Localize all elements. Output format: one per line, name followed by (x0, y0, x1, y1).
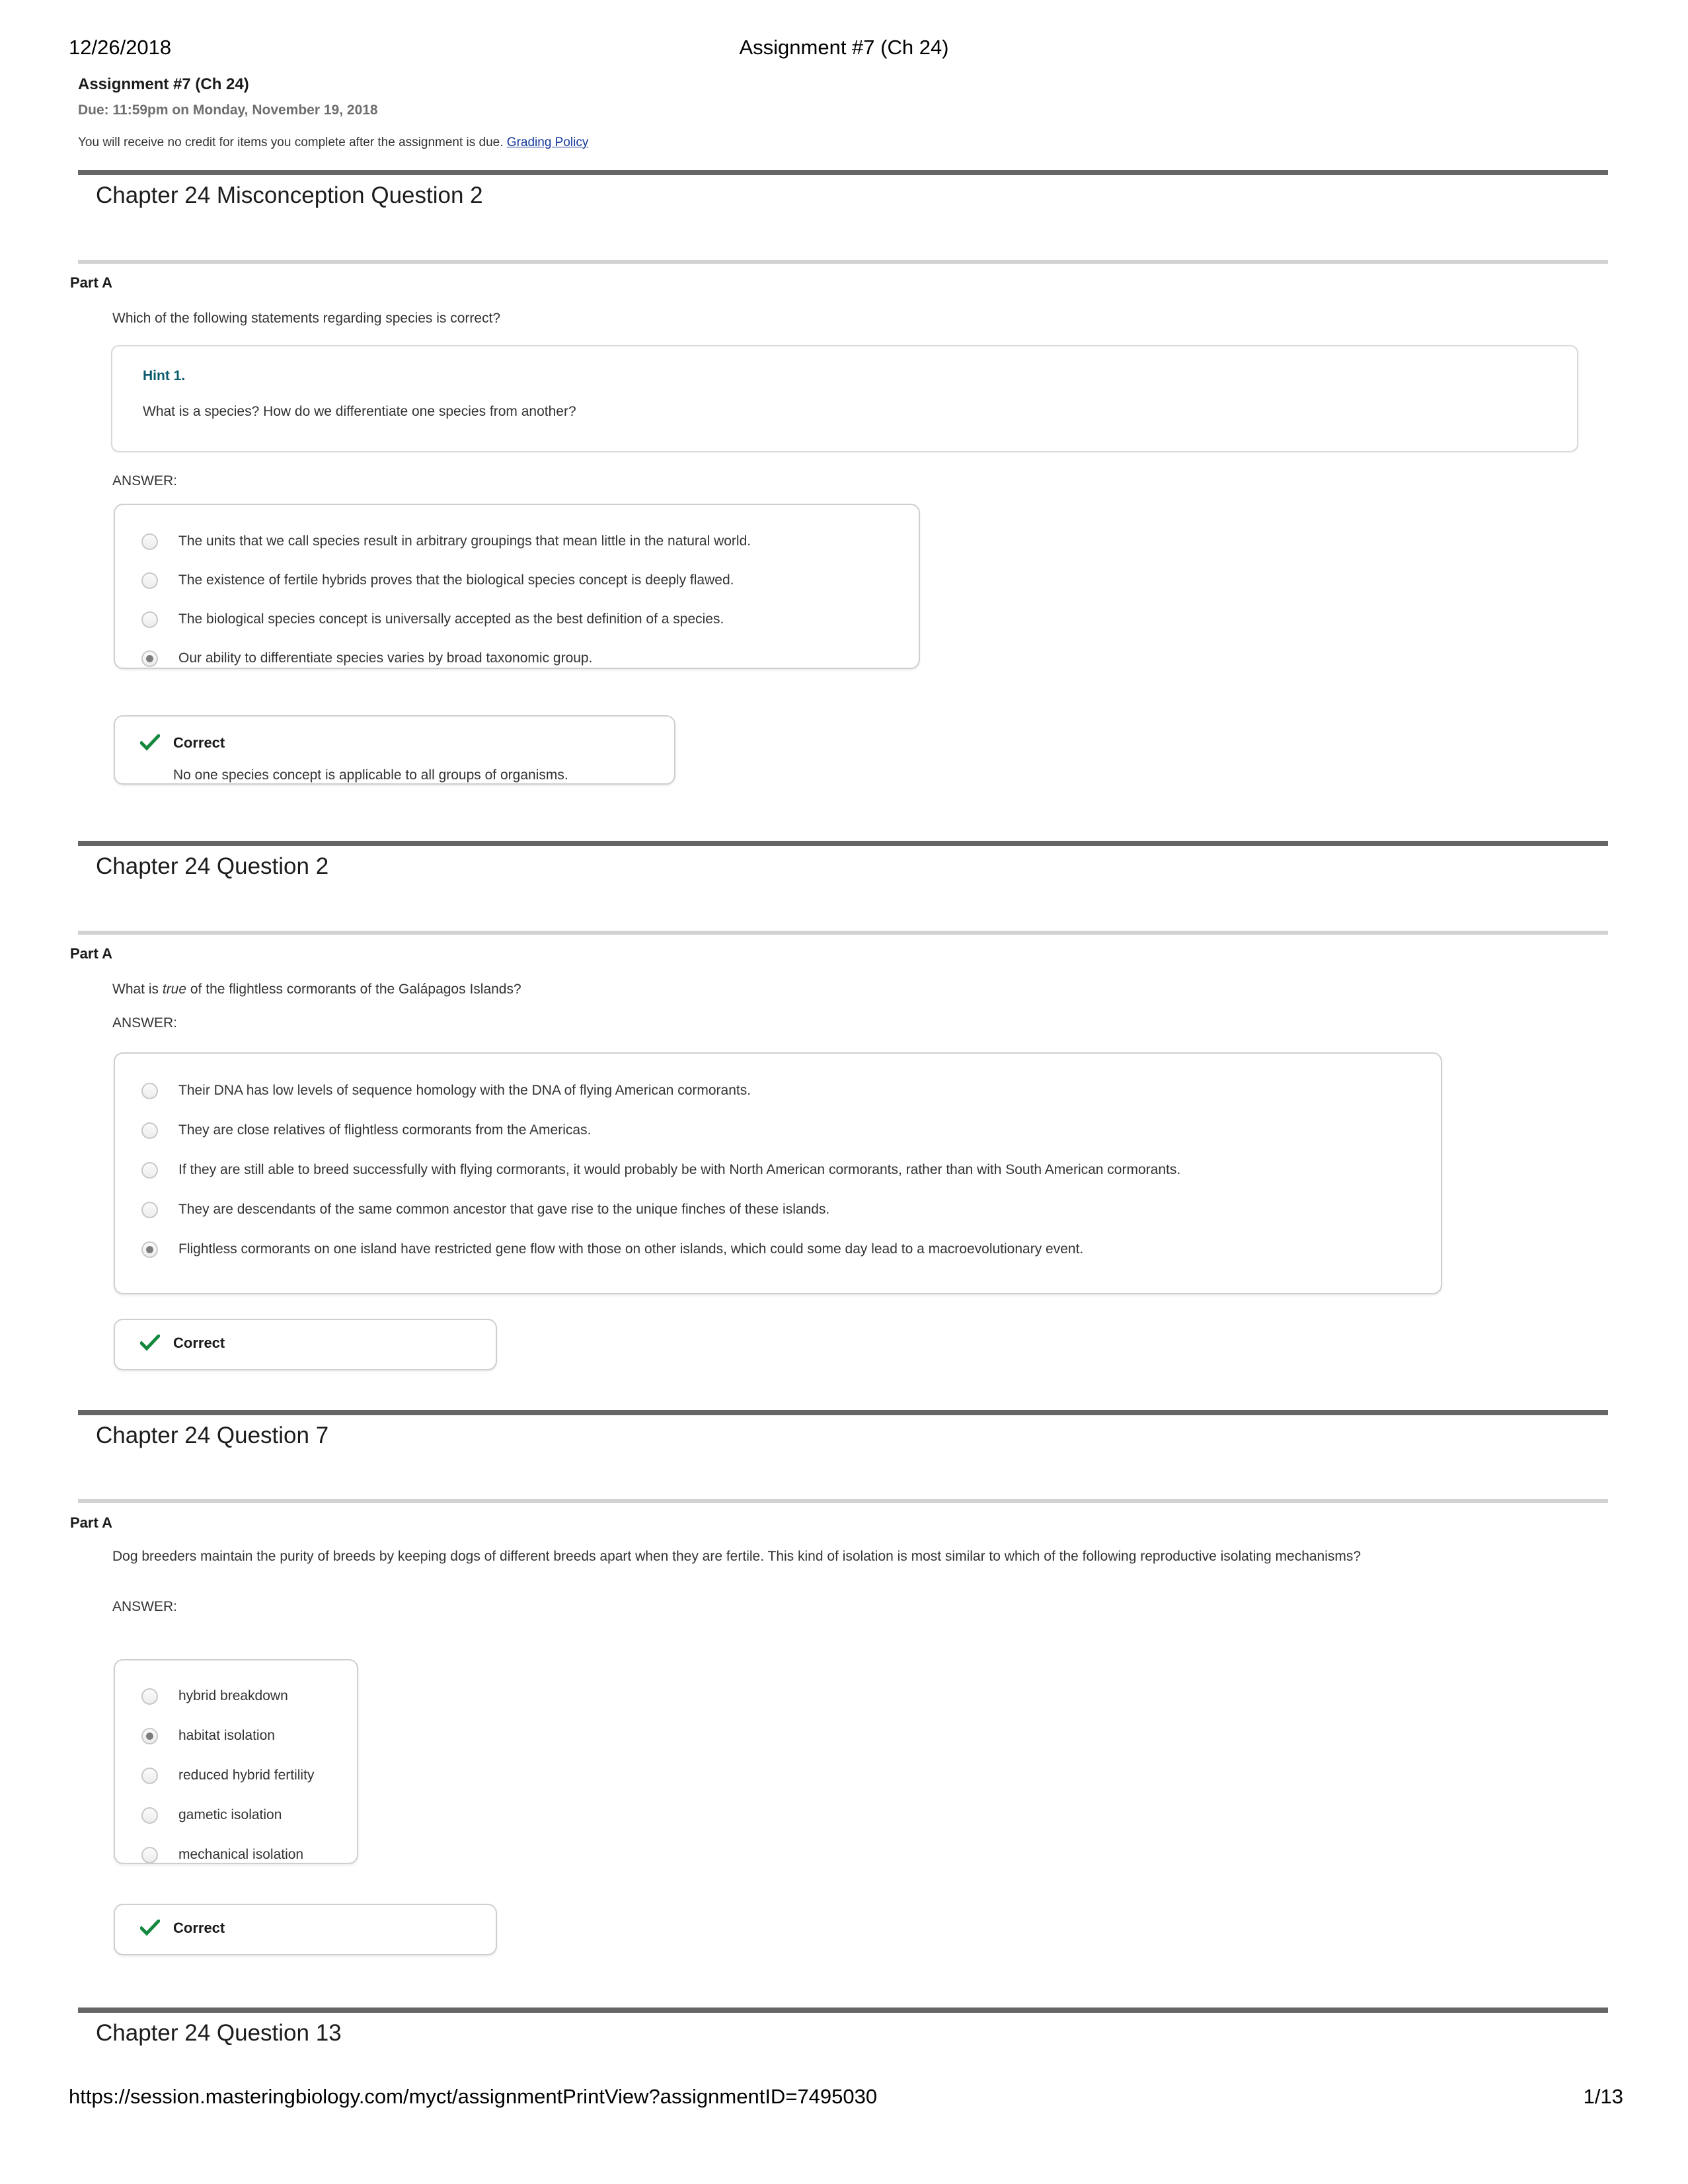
question-divider-bottom-1 (78, 260, 1608, 264)
answer-choice[interactable]: The existence of fertile hybrids proves … (141, 571, 734, 590)
answer-choice-label: They are descendants of the same common … (178, 1202, 830, 1217)
hint-box-1: Hint 1. What is a species? How do we dif… (111, 345, 1578, 452)
footer-url: https://session.masteringbiology.com/myc… (69, 2085, 878, 2108)
part-label-2: Part A (70, 945, 112, 962)
question-prompt-3: Dog breeders maintain the purity of bree… (112, 1547, 1599, 1567)
footer-page-number: 1/13 (1583, 2085, 1623, 2108)
feedback-box-2: Correct (114, 1319, 497, 1370)
question-divider-top-1 (78, 170, 1608, 175)
prompt-line-1: Dog breeders maintain the purity of bree… (112, 1549, 1272, 1564)
answer-choice-label: hybrid breakdown (178, 1688, 288, 1703)
question-prompt-2: What is true of the flightless cormorant… (112, 980, 521, 999)
answer-choice-label: reduced hybrid fertility (178, 1768, 315, 1783)
assignment-title: Assignment #7 (Ch 24) (78, 75, 249, 93)
feedback-status-row-2: Correct (140, 1335, 225, 1352)
check-icon (140, 1920, 160, 1936)
feedback-explanation-1: No one species concept is applicable to … (173, 767, 568, 783)
feedback-box-1: Correct No one species concept is applic… (114, 715, 675, 785)
assignment-credit-note: You will receive no credit for items you… (78, 135, 1611, 151)
part-label-1: Part A (70, 274, 112, 291)
feedback-status-row-1: Correct (140, 734, 225, 752)
answer-choice-box-3: hybrid breakdown habitat isolation reduc… (114, 1659, 358, 1864)
answer-choice-label: If they are still able to breed successf… (178, 1162, 1181, 1177)
feedback-status-1: Correct (173, 734, 225, 751)
radio-button[interactable] (141, 533, 158, 550)
question-divider-top-4 (78, 2008, 1608, 2013)
radio-button[interactable] (141, 1162, 158, 1179)
answer-choice[interactable]: They are descendants of the same common … (141, 1200, 829, 1219)
answer-label-3: ANSWER: (112, 1599, 178, 1614)
radio-button[interactable] (141, 1688, 158, 1705)
answer-choice[interactable]: They are close relatives of flightless c… (141, 1121, 591, 1140)
radio-button-selected[interactable] (141, 650, 158, 667)
feedback-status-3: Correct (173, 1920, 225, 1936)
answer-choice-label: Flightless cormorants on one island have… (178, 1241, 1084, 1257)
question-heading-2: Chapter 24 Question 2 (96, 853, 329, 879)
credit-note-text: You will receive no credit for items you… (78, 136, 504, 149)
answer-choice-label: Their DNA has low levels of sequence hom… (178, 1083, 751, 1098)
question-divider-top-2 (78, 841, 1608, 846)
answer-choice-label: gametic isolation (178, 1807, 282, 1822)
assignment-due-date: Due: 11:59pm on Monday, November 19, 201… (78, 102, 378, 118)
answer-choice-box-1: The units that we call species result in… (114, 504, 920, 669)
feedback-status-row-3: Correct (140, 1920, 225, 1937)
radio-button-selected[interactable] (141, 1728, 158, 1744)
radio-button[interactable] (141, 1122, 158, 1139)
question-divider-bottom-2 (78, 931, 1608, 935)
answer-choice[interactable]: mechanical isolation (141, 1846, 303, 1864)
check-icon (140, 1335, 160, 1351)
prompt-prefix-2: What is (112, 982, 163, 997)
answer-choice-label: The existence of fertile hybrids proves … (178, 572, 734, 588)
feedback-status-2: Correct (173, 1335, 225, 1351)
feedback-box-3: Correct (114, 1904, 497, 1955)
answer-label-1: ANSWER: (112, 473, 178, 488)
print-header-title: Assignment #7 (Ch 24) (739, 36, 949, 59)
answer-choice-label: They are close relatives of flightless c… (178, 1122, 592, 1138)
answer-choice[interactable]: The biological species concept is univer… (141, 610, 724, 629)
question-divider-bottom-3 (78, 1499, 1608, 1503)
prompt-emphasis-2: true (162, 982, 187, 997)
prompt-line-2: mechanisms? (1275, 1549, 1362, 1564)
hint-title-1: Hint 1. (143, 368, 186, 383)
answer-choice[interactable]: gametic isolation (141, 1806, 282, 1824)
assignment-print-page: 12/26/2018 Assignment #7 (Ch 24) Assignm… (0, 0, 1688, 2184)
question-heading-3: Chapter 24 Question 7 (96, 1423, 329, 1448)
radio-button[interactable] (141, 611, 158, 628)
hint-body-1: What is a species? How do we differentia… (143, 404, 576, 419)
answer-choice-label: habitat isolation (178, 1728, 275, 1743)
answer-choice-box-2: Their DNA has low levels of sequence hom… (114, 1052, 1442, 1294)
radio-button[interactable] (141, 1807, 158, 1824)
grading-policy-link[interactable]: Grading Policy (507, 136, 589, 149)
radio-button[interactable] (141, 1202, 158, 1218)
answer-choice-label: The units that we call species result in… (178, 533, 751, 549)
radio-button[interactable] (141, 1768, 158, 1784)
answer-choice-label: Our ability to differentiate species var… (178, 650, 593, 666)
radio-button[interactable] (141, 572, 158, 589)
answer-choice-selected[interactable]: habitat isolation (141, 1727, 275, 1745)
question-prompt-1: Which of the following statements regard… (112, 311, 501, 326)
answer-choice[interactable]: The units that we call species result in… (141, 532, 751, 551)
answer-choice-selected[interactable]: Flightless cormorants on one island have… (141, 1240, 1083, 1259)
radio-button[interactable] (141, 1847, 158, 1863)
answer-label-2: ANSWER: (112, 1015, 178, 1031)
answer-choice[interactable]: reduced hybrid fertility (141, 1766, 314, 1785)
radio-button[interactable] (141, 1083, 158, 1099)
radio-button-selected[interactable] (141, 1241, 158, 1258)
question-divider-top-3 (78, 1410, 1608, 1415)
answer-choice[interactable]: hybrid breakdown (141, 1687, 288, 1705)
answer-choice-selected[interactable]: Our ability to differentiate species var… (141, 649, 592, 668)
assignment-meta: Assignment #7 (Ch 24) Due: 11:59pm on Mo… (78, 75, 1611, 151)
print-header: 12/26/2018 Assignment #7 (Ch 24) (0, 34, 1688, 61)
answer-choice[interactable]: If they are still able to breed successf… (141, 1161, 1180, 1179)
check-icon (140, 734, 160, 751)
prompt-suffix-2: of the flightless cormorants of the Galá… (186, 982, 521, 997)
question-heading-4: Chapter 24 Question 13 (96, 2020, 342, 2046)
answer-choice-label: mechanical isolation (178, 1847, 304, 1862)
answer-choice-label: The biological species concept is univer… (178, 611, 724, 627)
part-label-3: Part A (70, 1514, 112, 1531)
answer-choice[interactable]: Their DNA has low levels of sequence hom… (141, 1081, 751, 1100)
question-heading-1: Chapter 24 Misconception Question 2 (96, 182, 483, 208)
